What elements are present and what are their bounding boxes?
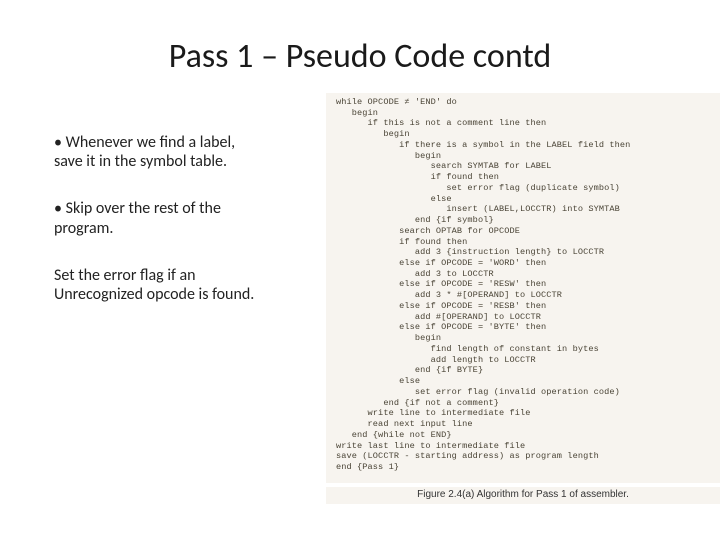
bullet-3-line-1: Set the error flag if an (54, 266, 310, 285)
left-column: Whenever we find a label, save it in the… (0, 93, 320, 332)
bullet-1: Whenever we find a label, save it in the… (54, 133, 310, 171)
right-column: while OPCODE ≠ 'END' do begin if this is… (320, 93, 720, 504)
content-row: Whenever we find a label, save it in the… (0, 93, 720, 504)
bullet-3-line-2: Unrecognized opcode is found. (54, 285, 310, 304)
bullet-2: Skip over the rest of the program. (54, 199, 310, 237)
pseudocode-block: while OPCODE ≠ 'END' do begin if this is… (326, 93, 720, 483)
slide-title: Pass 1 – Pseudo Code contd (0, 36, 720, 77)
bullet-2-line-1: Skip over the rest of the (54, 199, 310, 218)
bullet-3: Set the error flag if an Unrecognized op… (54, 266, 310, 304)
bullet-2-line-2: program. (54, 219, 310, 238)
bullet-1-line-2: save it in the symbol table. (54, 152, 310, 171)
figure-caption: Figure 2.4(a) Algorithm for Pass 1 of as… (326, 487, 720, 504)
bullet-1-line-1: Whenever we find a label, (54, 133, 310, 152)
